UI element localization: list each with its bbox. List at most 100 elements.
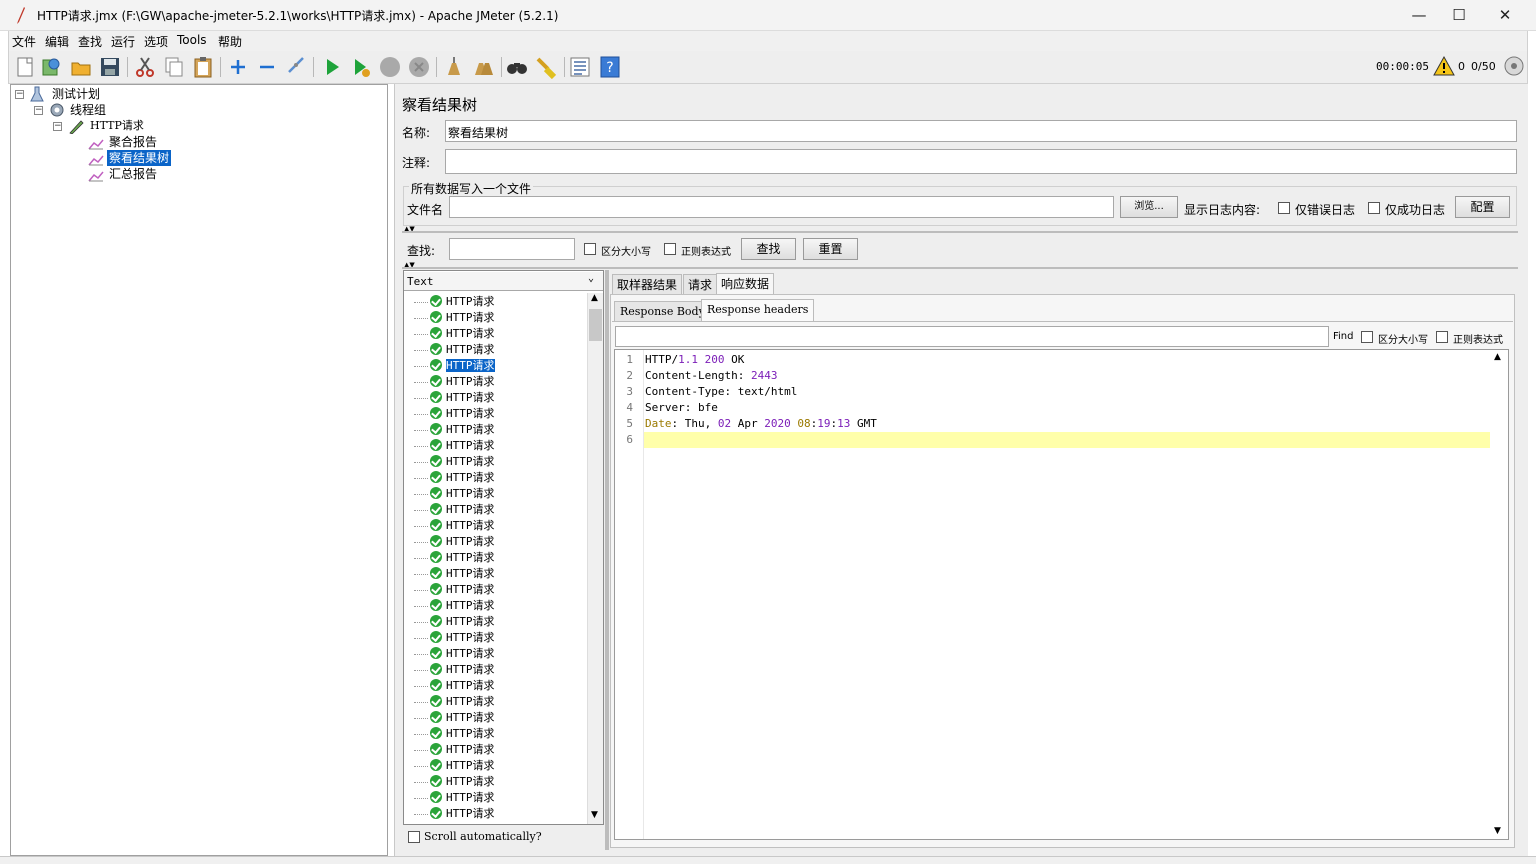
search-icon[interactable] (505, 55, 529, 79)
new-icon[interactable] (13, 55, 37, 79)
result-item[interactable]: HTTP请求 (414, 726, 495, 742)
result-item[interactable]: HTTP请求 (414, 470, 495, 486)
tree-item-view-results-tree[interactable]: 察看结果树 (107, 150, 172, 166)
editor-scroll-down-icon[interactable]: ▼ (1494, 826, 1501, 836)
headers-regex-checkbox[interactable] (1436, 331, 1448, 343)
warning-icon[interactable] (1433, 55, 1455, 77)
menu-edit[interactable]: 编辑 (45, 33, 69, 50)
scroll-down-icon[interactable]: ▼ (591, 810, 598, 820)
search-input[interactable] (449, 238, 575, 260)
editor-scroll-up-icon[interactable]: ▲ (1494, 352, 1501, 362)
result-item[interactable]: HTTP请求 (414, 518, 495, 534)
result-item[interactable]: HTTP请求 (414, 326, 495, 342)
result-item[interactable]: HTTP请求 (414, 374, 495, 390)
open-icon[interactable] (69, 55, 93, 79)
clear-all-icon[interactable] (471, 55, 495, 79)
tree-item-test-plan[interactable]: 测试计划 (52, 86, 100, 102)
menu-file[interactable]: 文件 (12, 33, 36, 50)
result-item[interactable]: HTTP请求 (414, 406, 495, 422)
result-item[interactable]: HTTP请求 (414, 598, 495, 614)
start-no-pause-icon[interactable] (349, 55, 373, 79)
scroll-thumb[interactable] (589, 309, 602, 341)
result-item[interactable]: HTTP请求 (414, 342, 495, 358)
function-helper-icon[interactable] (568, 55, 592, 79)
maximize-button[interactable]: ☐ (1436, 0, 1482, 31)
close-button[interactable]: ✕ (1482, 0, 1528, 31)
menu-options[interactable]: 选项 (144, 33, 168, 50)
reset-button[interactable]: 重置 (803, 238, 858, 260)
tree-toggle-collapse[interactable]: − (53, 122, 62, 131)
tree-item-aggregate-report[interactable]: 聚合报告 (109, 134, 157, 150)
split-divider[interactable] (402, 231, 1518, 233)
name-input[interactable]: 察看结果树 (445, 120, 1517, 142)
find-button[interactable]: 查找 (741, 238, 796, 260)
start-icon[interactable] (320, 55, 344, 79)
cut-icon[interactable] (133, 55, 157, 79)
stop-icon[interactable] (378, 55, 402, 79)
comment-input[interactable] (445, 149, 1517, 174)
result-item[interactable]: HTTP请求 (414, 790, 495, 806)
renderer-select[interactable]: Text ⌄ (404, 272, 603, 291)
result-item[interactable]: HTTP请求 (414, 774, 495, 790)
clear-icon[interactable] (442, 55, 466, 79)
scroll-up-icon[interactable]: ▲ (591, 293, 598, 303)
result-item[interactable]: HTTP请求 (414, 758, 495, 774)
scroll-automatically-checkbox[interactable] (408, 831, 420, 843)
tree-toggle-collapse[interactable]: − (15, 90, 24, 99)
result-item[interactable]: HTTP请求 (414, 454, 495, 470)
regex-checkbox[interactable] (664, 243, 676, 255)
result-item[interactable]: HTTP请求 (414, 486, 495, 502)
tab-response-data[interactable]: 响应数据 (716, 273, 775, 294)
result-item[interactable]: HTTP请求 (414, 502, 495, 518)
result-item[interactable]: HTTP请求 (414, 630, 495, 646)
result-item[interactable]: HTTP请求 (414, 534, 495, 550)
result-item[interactable]: HTTP请求 (414, 694, 495, 710)
subtab-response-body[interactable]: Response Body (614, 301, 711, 321)
collapse-icon[interactable] (255, 55, 279, 79)
menu-help[interactable]: 帮助 (218, 33, 242, 50)
save-icon[interactable] (98, 55, 122, 79)
headers-find-input[interactable] (615, 326, 1329, 347)
copy-icon[interactable] (162, 55, 186, 79)
result-item[interactable]: HTTP请求 (414, 422, 495, 438)
result-item[interactable]: HTTP请求 (414, 646, 495, 662)
headers-case-checkbox[interactable] (1361, 331, 1373, 343)
result-item[interactable]: HTTP请求 (414, 582, 495, 598)
tree-item-thread-group[interactable]: 线程组 (70, 102, 106, 118)
result-item[interactable]: HTTP请求 (414, 614, 495, 630)
result-item[interactable]: HTTP请求 (414, 358, 496, 374)
tree-item-summary-report[interactable]: 汇总报告 (109, 166, 157, 182)
errors-only-checkbox[interactable] (1278, 202, 1290, 214)
result-item[interactable]: HTTP请求 (414, 678, 495, 694)
tab-sampler-result[interactable]: 取样器结果 (612, 274, 683, 294)
configure-button[interactable]: 配置 (1455, 196, 1510, 218)
result-item[interactable]: HTTP请求 (414, 662, 495, 678)
tree-item-http-request[interactable]: HTTP请求 (90, 118, 144, 134)
tree-toggle-collapse[interactable]: − (34, 106, 43, 115)
result-item[interactable]: HTTP请求 (414, 310, 495, 326)
tab-request[interactable]: 请求 (683, 274, 718, 294)
vertical-split-divider[interactable] (605, 270, 609, 850)
shutdown-icon[interactable] (407, 55, 431, 79)
menu-search[interactable]: 查找 (78, 33, 102, 50)
expand-icon[interactable] (226, 55, 250, 79)
reset-search-icon[interactable] (534, 55, 558, 79)
templates-icon[interactable] (39, 55, 63, 79)
result-item[interactable]: HTTP请求 (414, 806, 495, 822)
browse-button[interactable]: 浏览... (1120, 196, 1178, 218)
results-scrollbar[interactable]: ▲ ▼ (587, 293, 603, 824)
help-icon[interactable]: ? (598, 55, 622, 79)
toggle-icon[interactable] (284, 55, 308, 79)
result-item[interactable]: HTTP请求 (414, 438, 495, 454)
result-item[interactable]: HTTP请求 (414, 294, 495, 310)
success-only-checkbox[interactable] (1368, 202, 1380, 214)
case-sensitive-checkbox[interactable] (584, 243, 596, 255)
result-item[interactable]: HTTP请求 (414, 550, 495, 566)
subtab-response-headers[interactable]: Response headers (701, 299, 815, 321)
result-item[interactable]: HTTP请求 (414, 710, 495, 726)
result-item[interactable]: HTTP请求 (414, 742, 495, 758)
menu-run[interactable]: 运行 (111, 33, 135, 50)
paste-icon[interactable] (191, 55, 215, 79)
result-item[interactable]: HTTP请求 (414, 390, 495, 406)
filename-input[interactable] (449, 196, 1114, 218)
